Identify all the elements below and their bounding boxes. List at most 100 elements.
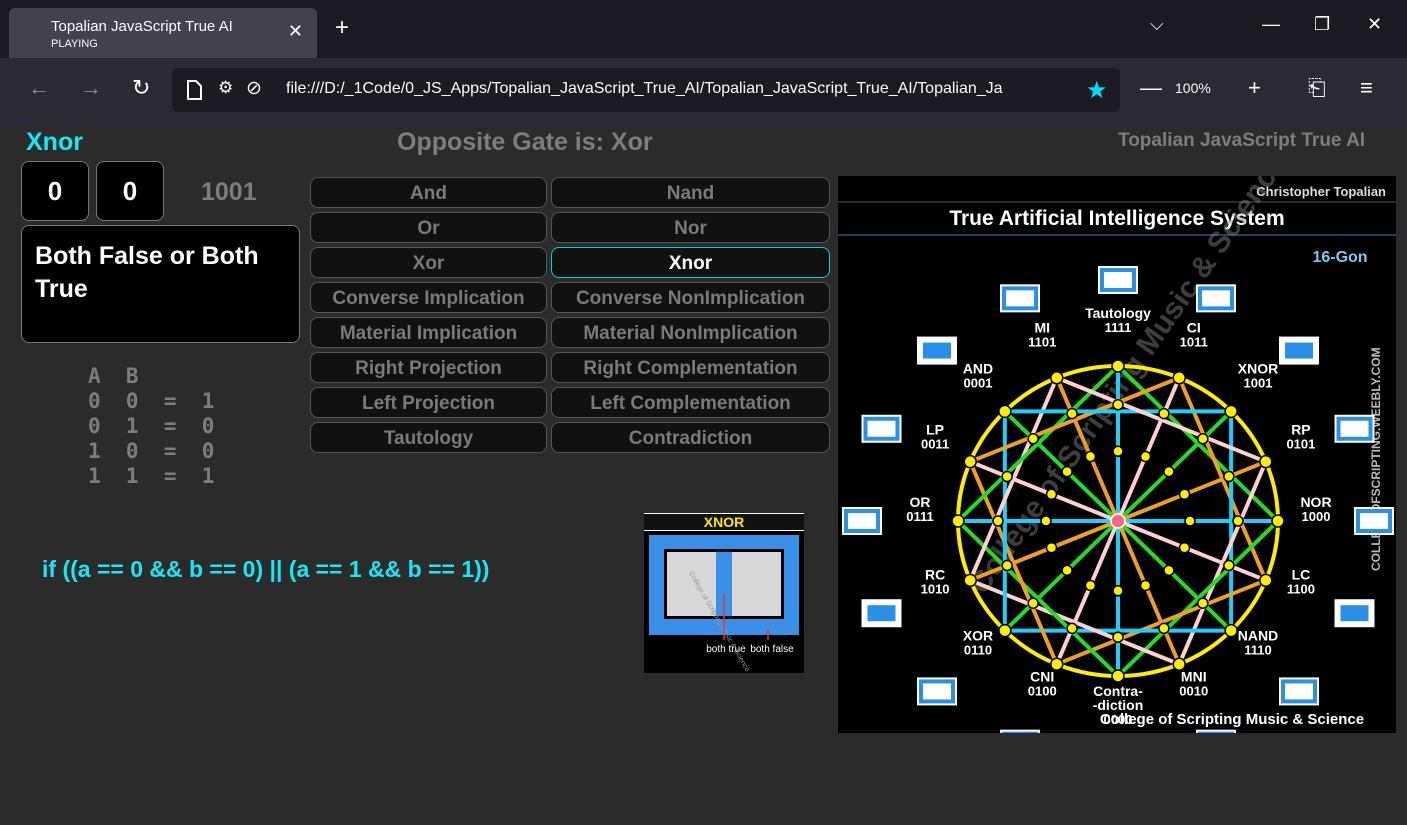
minimize-icon[interactable]: — bbox=[1262, 14, 1280, 35]
node-code: 1100 bbox=[1287, 581, 1315, 596]
gate-icon-inner bbox=[922, 342, 951, 359]
gate-icon-inner bbox=[1006, 290, 1035, 307]
node-code: 1010 bbox=[921, 581, 950, 596]
node-name: NOR bbox=[1300, 494, 1331, 510]
gate-button-converse-implication[interactable]: Converse Implication bbox=[310, 282, 547, 313]
gate-button-material-implication[interactable]: Material Implication bbox=[310, 317, 547, 348]
permissions-icon[interactable]: ⚙ bbox=[218, 78, 233, 98]
navigation-bar: ← → ↻ ⚙ ⊘ file:///D:/_1Code/0_JS_Apps/To… bbox=[0, 58, 1407, 124]
close-tab-icon[interactable]: ✕ bbox=[288, 21, 303, 42]
input-b[interactable]: 0 bbox=[96, 161, 164, 221]
gate-icon bbox=[1195, 729, 1236, 758]
node-code: 0011 bbox=[921, 437, 949, 452]
gate-button-nor[interactable]: Nor bbox=[551, 212, 830, 243]
intersection-dot bbox=[1158, 407, 1170, 420]
back-icon[interactable]: ← bbox=[28, 76, 50, 100]
node-code: 0000 bbox=[1104, 712, 1133, 727]
gate-button-right-projection[interactable]: Right Projection bbox=[310, 352, 547, 383]
gate-button-converse-nonimplication[interactable]: Converse NonImplication bbox=[551, 282, 830, 313]
new-tab-icon[interactable]: + bbox=[335, 16, 349, 40]
gate-button-nand[interactable]: Nand bbox=[551, 177, 830, 208]
node-code: 0010 bbox=[1179, 684, 1208, 699]
forward-icon[interactable]: → bbox=[80, 76, 102, 100]
browser-tab[interactable]: Topalian JavaScript True AI PLAYING ✕ bbox=[9, 8, 317, 58]
vertex-dot bbox=[951, 514, 965, 528]
node-code: 1011 bbox=[1180, 334, 1208, 349]
intersection-dot bbox=[1027, 597, 1039, 609]
vertex-dot bbox=[963, 573, 977, 588]
gate-icon-inner bbox=[867, 605, 896, 622]
mini-diagram-title: XNOR bbox=[704, 514, 744, 530]
vertex-dot bbox=[963, 454, 977, 469]
gate-icon-inner bbox=[848, 513, 876, 529]
node-name: LP bbox=[926, 422, 944, 438]
xnor-mini-diagram: XNOR College of Scripting Music & Scienc… bbox=[644, 513, 804, 673]
gate-button-and[interactable]: And bbox=[310, 177, 547, 208]
tab-list-chevron-icon[interactable]: ⌵ bbox=[1150, 14, 1164, 35]
gate-button-xor[interactable]: Xor bbox=[310, 247, 547, 278]
intersection-dot bbox=[1223, 470, 1235, 483]
node-code: 0101 bbox=[1286, 437, 1315, 452]
intersection-dot bbox=[1045, 488, 1058, 501]
diagram-subtitle: 16-Gon bbox=[1312, 249, 1367, 266]
truth-table-row: 0 0 = 1 bbox=[88, 389, 215, 413]
intersection-dot bbox=[1061, 465, 1073, 478]
gate-button-left-projection[interactable]: Left Projection bbox=[310, 387, 547, 418]
node-code: 0100 bbox=[1028, 684, 1057, 699]
intersection-dot bbox=[992, 515, 1004, 527]
gate-icon-inner bbox=[1340, 605, 1369, 622]
tab-title: Topalian JavaScript True AI bbox=[51, 18, 233, 35]
binary-code: 1001 bbox=[201, 178, 257, 206]
node-name: AND bbox=[963, 360, 993, 376]
vertex-dot bbox=[998, 404, 1012, 419]
gate-button-contradiction[interactable]: Contradiction bbox=[551, 422, 830, 453]
intersection-dot bbox=[1232, 515, 1244, 527]
tab-bar: Topalian JavaScript True AI PLAYING ✕ + … bbox=[0, 0, 1407, 58]
gate-icon-inner bbox=[1285, 342, 1314, 359]
intersection-dot bbox=[1112, 399, 1124, 411]
intersection-dot bbox=[1001, 470, 1013, 483]
gate-button-or[interactable]: Or bbox=[310, 212, 547, 243]
zoom-in-icon[interactable]: + bbox=[1248, 76, 1261, 100]
gate-button-right-complementation[interactable]: Right Complementation bbox=[551, 352, 830, 383]
tracking-protection-icon[interactable]: ⊘ bbox=[246, 77, 262, 100]
address-bar[interactable]: ⚙ ⊘ file:///D:/_1Code/0_JS_Apps/Topalian… bbox=[172, 68, 1120, 112]
gate-name: Xnor bbox=[26, 128, 83, 156]
true-ai-16gon-diagram: Christopher Topalian True Artificial Int… bbox=[838, 148, 1396, 776]
brand-title: Topalian JavaScript True AI bbox=[1118, 130, 1366, 151]
intersection-dot bbox=[1163, 465, 1175, 478]
opposite-gate: Opposite Gate is: Xor bbox=[397, 128, 653, 156]
description-textarea[interactable]: Both False or Both True bbox=[21, 225, 300, 343]
vertex-dot bbox=[1224, 623, 1238, 638]
zoom-out-icon[interactable]: — bbox=[1140, 76, 1162, 100]
node-name: RP bbox=[1291, 422, 1310, 438]
intersection-dot bbox=[1066, 407, 1078, 420]
gate-button-tautology[interactable]: Tautology bbox=[310, 422, 547, 453]
gate-icon-inner bbox=[1285, 683, 1314, 700]
bookmark-star-icon[interactable]: ★ bbox=[1086, 76, 1108, 105]
node-name: CNI bbox=[1030, 669, 1054, 685]
intersection-dot bbox=[1040, 515, 1052, 527]
gate-button-material-nonimplication[interactable]: Material NonImplication bbox=[551, 317, 830, 348]
intersection-dot bbox=[1197, 433, 1209, 445]
input-a[interactable]: 0 bbox=[21, 161, 89, 221]
restore-icon[interactable]: ❐ bbox=[1314, 14, 1330, 35]
intersection-dot bbox=[1084, 579, 1097, 592]
zoom-level[interactable]: 100% bbox=[1175, 80, 1211, 96]
intersection-dot bbox=[1178, 541, 1191, 554]
node-name: NAND bbox=[1238, 628, 1278, 644]
reload-icon[interactable]: ↻ bbox=[132, 76, 150, 100]
node-code: 1101 bbox=[1028, 334, 1056, 349]
gate-button-left-complementation[interactable]: Left Complementation bbox=[551, 387, 830, 418]
close-window-icon[interactable]: ✕ bbox=[1367, 14, 1382, 35]
gate-button-xnor[interactable]: Xnor bbox=[551, 247, 830, 278]
node-name: Tautology bbox=[1085, 305, 1151, 321]
intersection-dot bbox=[1112, 631, 1124, 643]
menu-icon[interactable]: ≡ bbox=[1360, 76, 1373, 100]
gate-icon bbox=[1000, 729, 1041, 758]
extensions-icon[interactable]: ⎗ bbox=[1308, 76, 1326, 100]
vertex-dot bbox=[1050, 371, 1064, 385]
url-text[interactable]: file:///D:/_1Code/0_JS_Apps/Topalian_Jav… bbox=[286, 80, 1076, 98]
page-content: Xnor Opposite Gate is: Xor Topalian Java… bbox=[0, 124, 1407, 825]
gate-icon-inner bbox=[922, 683, 951, 700]
